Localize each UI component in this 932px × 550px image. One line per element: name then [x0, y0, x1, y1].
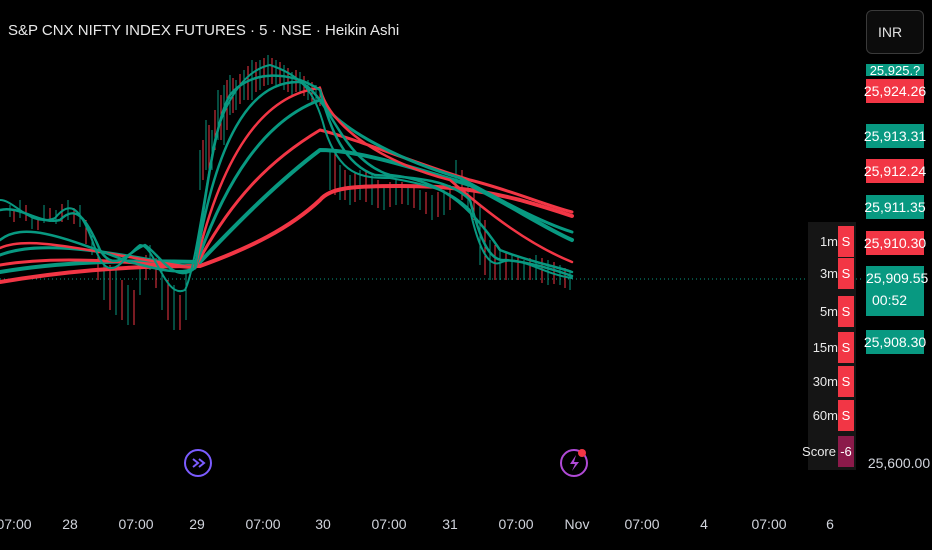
- mtf-signal: S: [838, 332, 854, 363]
- mtf-signal: S: [838, 366, 854, 397]
- time-tick: 07:00: [498, 516, 534, 532]
- price-tag: 25,924.26: [864, 79, 926, 103]
- time-tick: Nov: [564, 516, 590, 532]
- mtf-row: 60m S: [808, 400, 856, 431]
- mtf-row: 3m S: [808, 258, 856, 289]
- time-tick: 07:00: [624, 516, 660, 532]
- time-tick: 07:00: [118, 516, 154, 532]
- currency-button[interactable]: INR: [866, 10, 924, 54]
- mtf-row: 30m S: [808, 366, 856, 397]
- mtf-signal: S: [838, 226, 854, 257]
- price-tag: 25,913.31: [864, 124, 926, 148]
- currency-label: INR: [878, 24, 903, 40]
- ma-ribbon: [0, 64, 574, 293]
- time-tick: 28: [62, 516, 78, 532]
- time-tick: 07:00: [751, 516, 787, 532]
- mtf-signal: S: [838, 258, 854, 289]
- mtf-signal-table: 1m S 3m S 5m S 15m S 30m S 60m S Score -…: [802, 222, 856, 470]
- candle-countdown: 00:52: [872, 292, 908, 308]
- mtf-signal: S: [838, 296, 854, 327]
- price-tag: 25,910.30: [864, 231, 926, 255]
- mtf-row: 1m S: [808, 226, 856, 257]
- time-tick: 6: [826, 516, 834, 532]
- mtf-row: 5m S: [808, 296, 856, 327]
- time-axis[interactable]: 07:00 28 07:00 29 07:00 30 07:00 31 07:0…: [0, 510, 862, 540]
- time-tick: 31: [442, 516, 458, 532]
- price-tag: 25,908.30: [864, 330, 926, 354]
- event-forward-icon[interactable]: [184, 449, 212, 477]
- mtf-timeframe: 30m: [812, 374, 838, 389]
- chart-plot[interactable]: [0, 0, 862, 550]
- price-tag-partial: 25,925.?: [866, 64, 924, 76]
- mtf-score-label: Score: [802, 444, 836, 459]
- time-tick: 07:00: [0, 516, 32, 532]
- price-axis-label: 25,600.00: [867, 455, 931, 471]
- current-price: 25,909.55: [866, 270, 929, 286]
- mtf-timeframe: 3m: [819, 266, 838, 281]
- mtf-timeframe: 60m: [812, 408, 838, 423]
- event-lightning-icon[interactable]: [560, 449, 588, 477]
- mtf-timeframe: 1m: [819, 234, 838, 249]
- chart-title: S&P CNX NIFTY INDEX FUTURES · 5 · NSE · …: [8, 22, 400, 39]
- current-price-box: 25,909.55 00:52: [866, 266, 929, 316]
- time-tick: 29: [189, 516, 205, 532]
- time-tick: 07:00: [371, 516, 407, 532]
- price-tag: 25,912.24: [864, 159, 926, 183]
- price-tag: 25,911.35: [864, 195, 926, 219]
- time-tick: 4: [700, 516, 708, 532]
- mtf-score-value: -6: [838, 436, 854, 467]
- time-tick: 07:00: [245, 516, 281, 532]
- mtf-row: 15m S: [808, 332, 856, 363]
- time-tick: 30: [315, 516, 331, 532]
- mtf-timeframe: 5m: [819, 304, 838, 319]
- mtf-timeframe: 15m: [812, 340, 838, 355]
- mtf-signal: S: [838, 400, 854, 431]
- mtf-score-row: Score -6: [802, 436, 856, 467]
